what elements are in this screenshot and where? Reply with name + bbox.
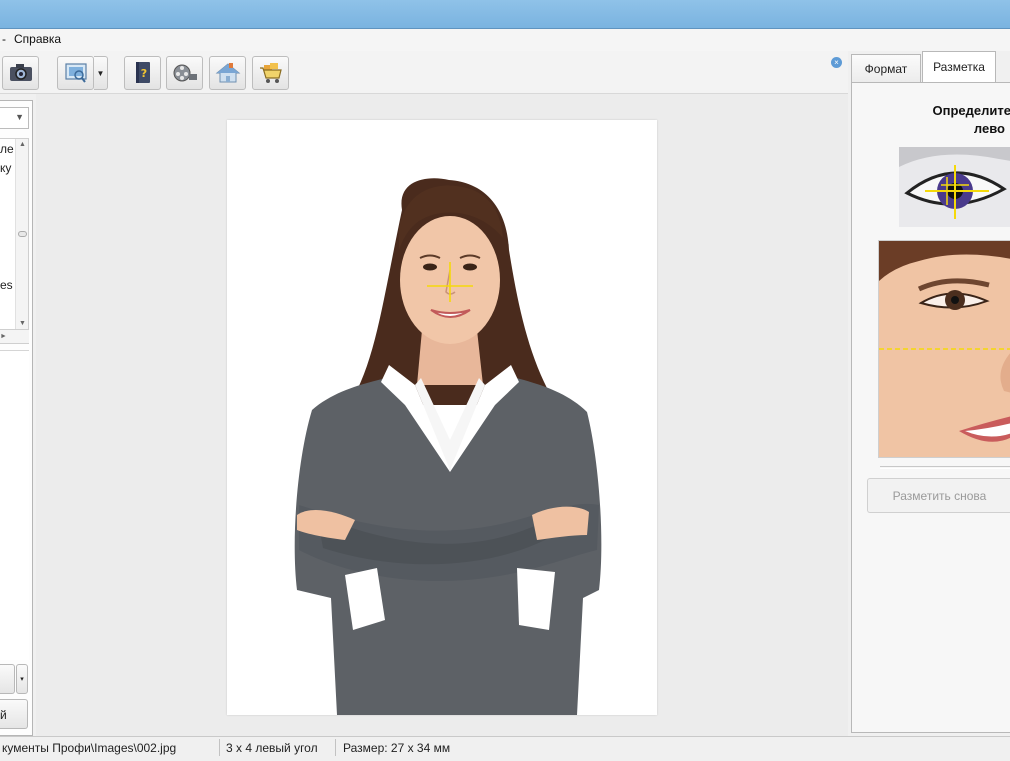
menu-fragment-separator: - xyxy=(2,32,6,46)
help-book-button[interactable]: ? xyxy=(124,56,161,90)
list-hscrollbar[interactable]: ► xyxy=(0,330,29,344)
svg-text:?: ? xyxy=(140,67,146,80)
markup-instruction: Определите лево xyxy=(852,102,1010,138)
film-reel-icon xyxy=(173,64,197,82)
toolbar: ▼ ? xyxy=(0,51,848,94)
eye-example-image xyxy=(899,147,1010,227)
film-reel-button[interactable] xyxy=(166,56,203,90)
divider xyxy=(880,466,1010,469)
menu-bar: - Справка xyxy=(0,29,1010,51)
camera-button[interactable] xyxy=(2,56,39,90)
markup-tab-content: Определите лево Разметить снова xyxy=(851,82,1010,733)
eye-crosshair-illustration xyxy=(899,147,1010,227)
house-icon xyxy=(215,63,240,83)
tab-format[interactable]: Формат xyxy=(851,54,921,82)
list-item[interactable]: ле xyxy=(0,142,14,156)
remark-again-button[interactable]: Разметить снова xyxy=(867,478,1010,513)
tab-markup[interactable]: Разметка xyxy=(922,51,996,83)
status-bar: кументы Профи\Images\002.jpg 3 x 4 левый… xyxy=(0,736,1010,761)
image-preview-icon xyxy=(64,63,87,83)
status-divider xyxy=(219,739,220,756)
image-preview-dropdown[interactable]: ▼ xyxy=(94,56,108,90)
face-closeup-illustration xyxy=(879,241,1010,457)
scroll-down-icon[interactable]: ▼ xyxy=(19,320,26,327)
preview-area xyxy=(0,350,29,660)
markup-instruction-line1: Определите xyxy=(932,103,1010,118)
menu-item-help[interactable]: Справка xyxy=(14,32,61,46)
shopping-cart-icon xyxy=(259,63,282,83)
status-size: Размер: 27 х 34 мм xyxy=(343,741,451,755)
help-book-icon: ? xyxy=(135,62,150,83)
face-closeup-image xyxy=(878,240,1010,458)
toolbar-close-icon[interactable]: × xyxy=(831,57,842,68)
scrollbar-thumb[interactable] xyxy=(18,231,27,237)
left-bottom-button[interactable]: й xyxy=(0,699,28,729)
scroll-up-icon[interactable]: ▲ xyxy=(19,141,26,148)
markup-instruction-line2: лево xyxy=(973,121,1005,136)
status-file-path: кументы Профи\Images\002.jpg xyxy=(2,741,177,755)
format-list[interactable]: ле ку es ▲ ▼ xyxy=(0,138,29,330)
list-item[interactable]: es xyxy=(0,278,13,292)
window-titlebar xyxy=(0,0,1010,29)
left-action-dropdown[interactable]: ▾ xyxy=(16,664,28,694)
format-combo[interactable]: ▼ xyxy=(0,107,29,129)
portrait-image xyxy=(294,178,602,715)
chevron-down-icon: ▼ xyxy=(15,112,24,122)
portrait-photo[interactable] xyxy=(227,120,657,715)
home-button[interactable] xyxy=(209,56,246,90)
image-preview-button[interactable] xyxy=(57,56,94,90)
status-divider xyxy=(335,739,336,756)
camera-icon xyxy=(9,64,32,81)
list-scrollbar[interactable]: ▲ ▼ xyxy=(15,139,28,329)
list-item[interactable]: ку xyxy=(0,161,11,175)
left-panel: ▼ ле ку es ▲ ▼ ► ▾ й xyxy=(0,100,33,736)
cart-button[interactable] xyxy=(252,56,289,90)
right-panel: Формат Разметка Определите лево Разметит… xyxy=(848,51,1010,736)
left-action-button[interactable] xyxy=(0,664,15,694)
status-format: 3 x 4 левый угол xyxy=(226,741,318,755)
